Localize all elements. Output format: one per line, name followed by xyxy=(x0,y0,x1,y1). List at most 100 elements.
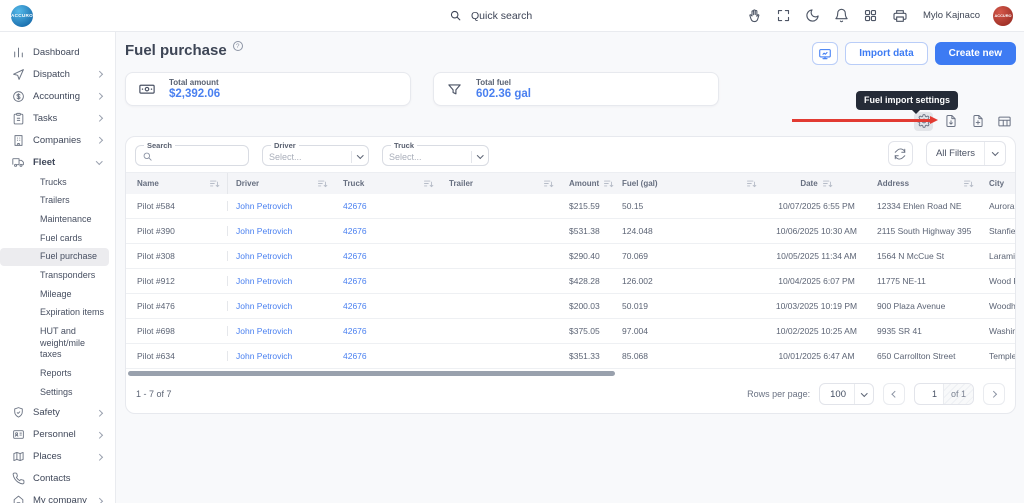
fullscreen-icon[interactable] xyxy=(776,8,792,24)
import-data-button[interactable]: Import data xyxy=(845,42,927,65)
driver-link[interactable]: John Petrovich xyxy=(228,276,335,286)
table-row[interactable]: Pilot #634 John Petrovich 42676 $351.33 … xyxy=(126,344,1015,369)
column-header-truck[interactable]: Truck xyxy=(335,173,441,194)
create-new-button[interactable]: Create new xyxy=(935,42,1016,65)
search-field[interactable]: Search xyxy=(135,141,249,166)
cell-city: Washington xyxy=(981,326,1015,336)
sidebar-item-dispatch[interactable]: Dispatch xyxy=(0,63,109,85)
cell-fuel: 126.002 xyxy=(614,276,764,286)
truck-link[interactable]: 42676 xyxy=(335,301,441,311)
main-content: Fuel purchase Import data Create new Tot… xyxy=(116,32,1024,503)
chevron-down-icon xyxy=(861,390,867,396)
moon-icon[interactable] xyxy=(805,8,821,24)
next-page-button[interactable] xyxy=(983,383,1005,405)
page-title: Fuel purchase xyxy=(125,42,227,59)
truck-link[interactable]: 42676 xyxy=(335,276,441,286)
truck-link[interactable]: 42676 xyxy=(335,351,441,361)
sidebar-item-mileage[interactable]: Mileage xyxy=(0,285,109,304)
cell-amount: $290.40 xyxy=(561,251,614,261)
table-row[interactable]: Pilot #584 John Petrovich 42676 $215.59 … xyxy=(126,194,1015,219)
app-logo[interactable]: ACCURO xyxy=(11,5,33,27)
driver-link[interactable]: John Petrovich xyxy=(228,201,335,211)
table-row[interactable]: Pilot #476 John Petrovich 42676 $200.03 … xyxy=(126,294,1015,319)
driver-select[interactable]: Driver Select... xyxy=(262,141,369,166)
sidebar-item-reports[interactable]: Reports xyxy=(0,365,109,384)
current-page-input[interactable]: 1 xyxy=(915,389,943,399)
driver-link[interactable]: John Petrovich xyxy=(228,251,335,261)
sidebar-item-dashboard[interactable]: Dashboard xyxy=(0,41,109,63)
column-header-city[interactable]: City xyxy=(981,173,1015,194)
sidebar-item-maintenance[interactable]: Maintenance xyxy=(0,210,109,229)
column-header-driver[interactable]: Driver xyxy=(228,173,335,194)
cell-name: Pilot #584 xyxy=(126,201,228,211)
cell-address: 2115 South Highway 395 xyxy=(869,226,981,236)
column-header-address[interactable]: Address xyxy=(869,173,981,194)
rows-per-page-select[interactable]: 100 xyxy=(819,383,874,405)
user-name[interactable]: Mylo Kajnaco xyxy=(923,10,980,21)
horizontal-scrollbar[interactable] xyxy=(126,369,1015,378)
scrollbar-thumb[interactable] xyxy=(128,371,615,377)
table-columns-icon[interactable] xyxy=(995,112,1014,131)
sidebar-item-label: Contacts xyxy=(33,473,71,484)
all-filters-dropdown[interactable]: All Filters xyxy=(926,141,1006,166)
sidebar-item-settings[interactable]: Settings xyxy=(0,383,109,402)
total-fuel-value: 602.36 gal xyxy=(476,88,531,100)
sidebar-item-accounting[interactable]: Accounting xyxy=(0,85,109,107)
cell-name: Pilot #912 xyxy=(126,276,228,286)
sidebar-item-my-company[interactable]: My company xyxy=(0,490,109,503)
file-export-icon[interactable] xyxy=(941,112,960,131)
sidebar-item-label: Tasks xyxy=(33,113,57,124)
table-row[interactable]: Pilot #390 John Petrovich 42676 $531.38 … xyxy=(126,219,1015,244)
sidebar-item-transponders[interactable]: Transponders xyxy=(0,266,109,285)
truck-link[interactable]: 42676 xyxy=(335,251,441,261)
sidebar-item-contacts[interactable]: Contacts xyxy=(0,468,109,490)
sidebar-item-trucks[interactable]: Trucks xyxy=(0,173,109,192)
truck-link[interactable]: 42676 xyxy=(335,326,441,336)
bell-icon[interactable] xyxy=(834,8,850,24)
tasks-icon xyxy=(12,112,25,125)
table-row[interactable]: Pilot #698 John Petrovich 42676 $375.05 … xyxy=(126,319,1015,344)
column-header-fuel[interactable]: Fuel (gal) xyxy=(614,173,764,194)
sidebar-item-safety[interactable]: Safety xyxy=(0,402,109,424)
truck-link[interactable]: 42676 xyxy=(335,226,441,236)
help-icon[interactable] xyxy=(233,41,243,51)
table-row[interactable]: Pilot #912 John Petrovich 42676 $428.28 … xyxy=(126,269,1015,294)
sidebar-item-companies[interactable]: Companies xyxy=(0,129,109,151)
truck-select[interactable]: Truck Select... xyxy=(382,141,489,166)
sidebar-item-trailers[interactable]: Trailers xyxy=(0,192,109,211)
apps-grid-icon[interactable] xyxy=(863,8,879,24)
column-header-trailer[interactable]: Trailer xyxy=(441,173,561,194)
table-row[interactable]: Pilot #308 John Petrovich 42676 $290.40 … xyxy=(126,244,1015,269)
quick-search[interactable]: Quick search xyxy=(447,8,577,24)
sidebar-item-places[interactable]: Places xyxy=(0,446,109,468)
driver-link[interactable]: John Petrovich xyxy=(228,326,335,336)
search-input[interactable] xyxy=(153,152,233,162)
sidebar-item-fuel-purchase[interactable]: Fuel purchase xyxy=(0,248,109,267)
file-import-icon[interactable] xyxy=(968,112,987,131)
accounting-icon xyxy=(12,90,25,103)
truck-link[interactable]: 42676 xyxy=(335,201,441,211)
cell-city: Aurora xyxy=(981,201,1015,211)
driver-link[interactable]: John Petrovich xyxy=(228,226,335,236)
cell-address: 1564 N McCue St xyxy=(869,251,981,261)
sidebar-item-personnel[interactable]: Personnel xyxy=(0,424,109,446)
column-header-name[interactable]: Name xyxy=(126,173,228,194)
column-header-date[interactable]: Date xyxy=(764,173,869,194)
sidebar-item-fuel-cards[interactable]: Fuel cards xyxy=(0,229,109,248)
sidebar-item-expiration-items[interactable]: Expiration items xyxy=(0,304,109,323)
fuel-purchase-panel: Search Driver Select... Truck xyxy=(125,136,1016,414)
cell-city: Laramie xyxy=(981,251,1015,261)
user-avatar[interactable]: ACCURO xyxy=(993,6,1013,26)
column-header-amount[interactable]: Amount xyxy=(561,173,614,194)
monitor-chart-button[interactable] xyxy=(812,42,838,65)
hand-icon[interactable] xyxy=(747,8,763,24)
driver-link[interactable]: John Petrovich xyxy=(228,351,335,361)
sidebar-item-tasks[interactable]: Tasks xyxy=(0,107,109,129)
previous-page-button[interactable] xyxy=(883,383,905,405)
sidebar-item-fleet[interactable]: Fleet xyxy=(0,151,109,173)
print-icon[interactable] xyxy=(892,8,908,24)
total-amount-value: $2,392.06 xyxy=(169,88,220,100)
driver-link[interactable]: John Petrovich xyxy=(228,301,335,311)
sidebar-item-hut-taxes[interactable]: HUT and weight/mile taxes xyxy=(0,323,109,365)
refresh-button[interactable] xyxy=(888,141,913,166)
